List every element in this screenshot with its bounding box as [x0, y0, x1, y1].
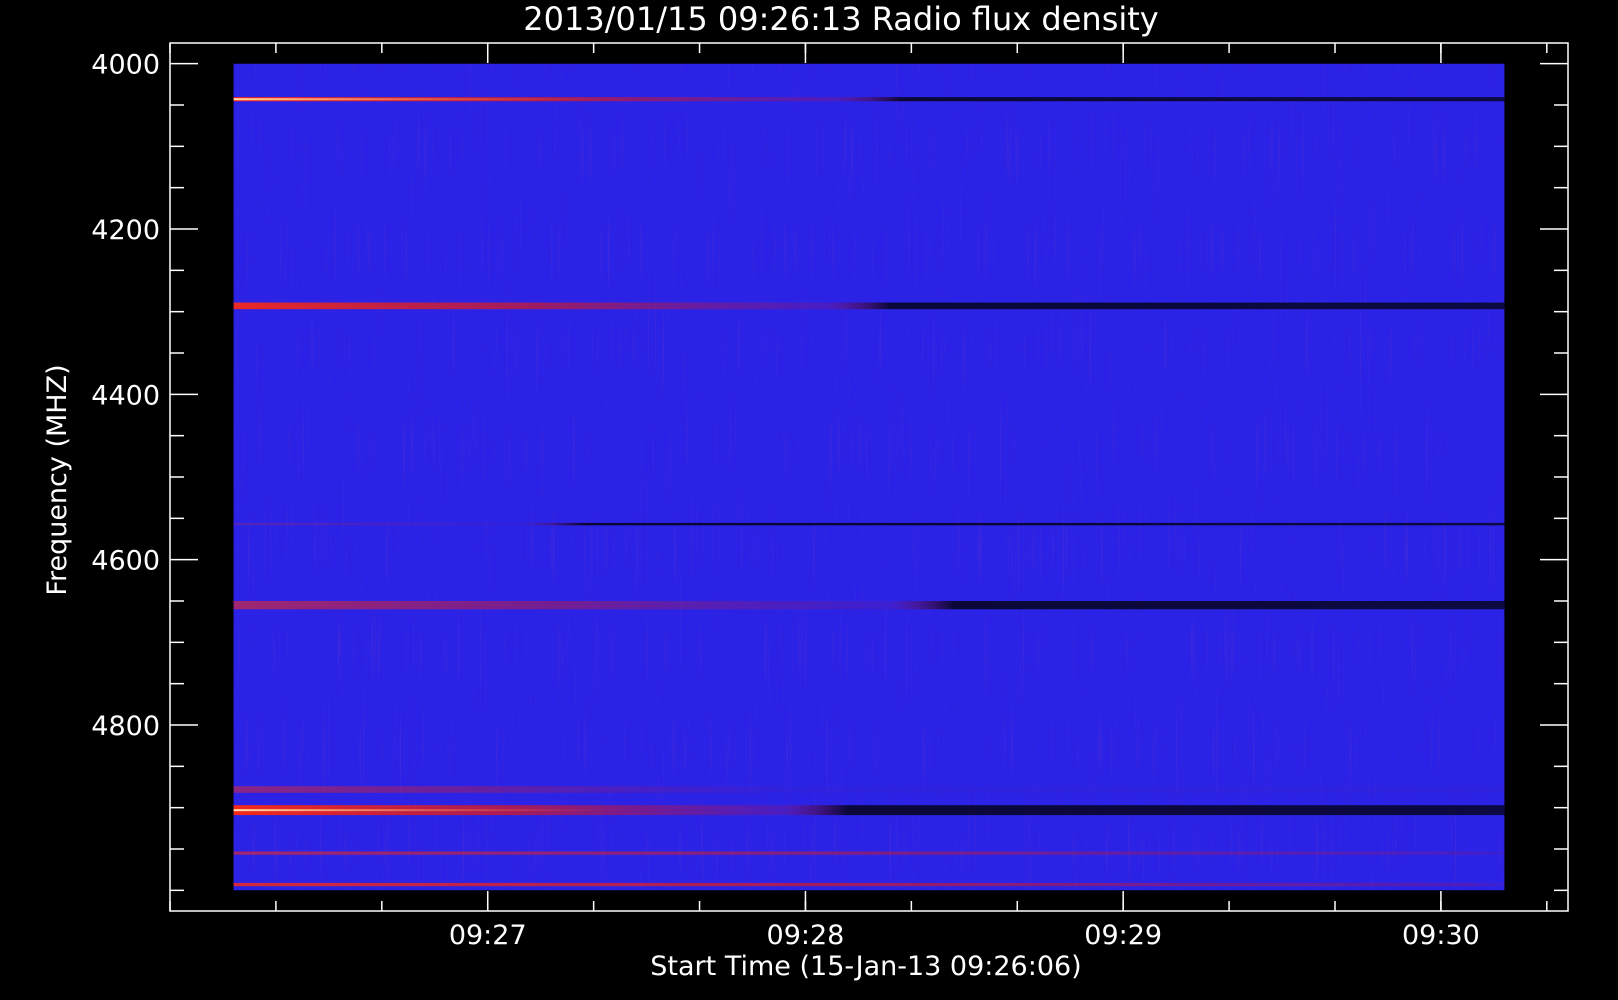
emission-band [233, 882, 1505, 887]
x-tick-label: 09:29 [1084, 920, 1162, 951]
emission-band [233, 601, 1505, 610]
heatmap-image [233, 63, 1505, 891]
emission-band [233, 522, 1505, 526]
y-tick-label: 4000 [91, 50, 160, 81]
emission-band [233, 851, 1505, 855]
y-axis-label: Frequency (MHZ) [42, 364, 73, 595]
heatmap-streaks [233, 63, 1505, 891]
y-tick-label: 4200 [91, 215, 160, 246]
y-tick-label: 4600 [91, 546, 160, 577]
emission-band [233, 302, 1505, 310]
y-tick-label: 4800 [91, 711, 160, 742]
y-tick-label: 4400 [91, 380, 160, 411]
spectrogram-chart: 2013/01/15 09:26:13 Radio flux density 0… [42, 0, 1569, 982]
x-axis-label: Start Time (15-Jan-13 09:26:06) [650, 951, 1081, 982]
emission-band-core [233, 809, 614, 812]
x-tick-label: 09:27 [449, 920, 527, 951]
emission-band-core [233, 98, 614, 101]
emission-band [233, 786, 1505, 793]
chart-title: 2013/01/15 09:26:13 Radio flux density [523, 0, 1158, 38]
x-tick-label: 09:30 [1402, 920, 1480, 951]
x-tick-label: 09:28 [767, 920, 845, 951]
